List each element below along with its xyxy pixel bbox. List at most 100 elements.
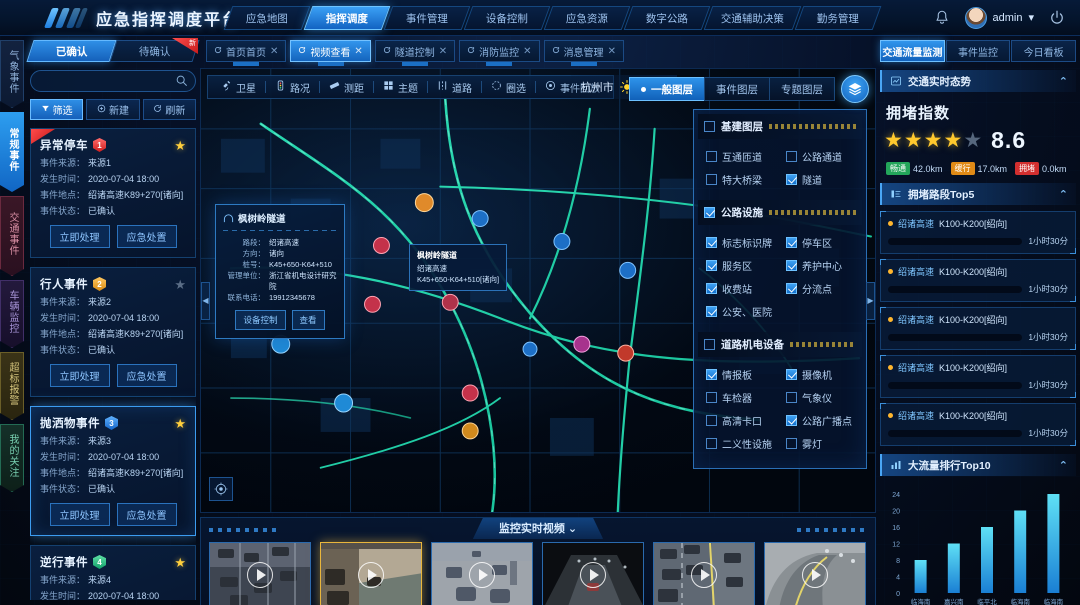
close-icon[interactable]: ✕ (523, 46, 531, 57)
layer-item[interactable]: 雾灯 (780, 432, 860, 455)
play-icon[interactable] (802, 562, 828, 588)
nav-tab-3[interactable]: 设备控制 (463, 5, 551, 30)
document-tab-3[interactable]: 消防监控 ✕ (459, 40, 540, 62)
checkbox[interactable] (706, 237, 717, 248)
close-icon[interactable]: ✕ (439, 46, 447, 57)
checkbox[interactable] (786, 151, 797, 162)
nav-tab-7[interactable]: 勤务管理 (794, 5, 882, 30)
checkbox[interactable] (786, 174, 797, 185)
layer-item[interactable]: 公路通道 (780, 145, 860, 168)
refresh-icon[interactable] (298, 46, 306, 57)
document-tab-2[interactable]: 隧道控制 ✕ (374, 40, 456, 62)
layer-item[interactable]: 分流点 (780, 277, 860, 300)
checkbox[interactable] (704, 207, 715, 218)
layer-item[interactable]: 高清卡口 (700, 409, 780, 432)
layer-item[interactable]: 二义性设施 (700, 432, 780, 455)
checkbox[interactable] (706, 438, 717, 449)
checkbox[interactable] (786, 260, 797, 271)
map-canvas[interactable]: 卫星 路况 测距 主题 道路 圈选 事件回放 杭州市 35 ℃ (200, 68, 876, 513)
event-card[interactable]: 抛洒物事件 3 ★ 事件来源： 来源3 发生时间： 2020-07-04 18:00… (30, 406, 196, 536)
layer-item[interactable]: 标志标识牌 (700, 231, 780, 254)
search-icon[interactable] (175, 74, 188, 87)
rail-tab-5[interactable]: 我的关注 (0, 424, 24, 492)
map-tool-satellite[interactable]: 卫星 (212, 80, 265, 95)
checkbox[interactable] (786, 369, 797, 380)
checkbox[interactable] (706, 369, 717, 380)
refresh-icon[interactable] (467, 46, 475, 57)
event-card[interactable]: 异常停车 1 ★ 事件来源： 来源1 发生时间： 2020-07-04 18:00 … (30, 128, 196, 258)
checkbox[interactable] (706, 260, 717, 271)
bell-icon[interactable] (933, 9, 951, 27)
checkbox[interactable] (706, 392, 717, 403)
event-card[interactable]: 行人事件 2 ★ 事件来源： 来源2 发生时间： 2020-07-04 18:00 … (30, 267, 196, 397)
map-tool-circle-select[interactable]: 圈选 (482, 80, 535, 95)
close-icon[interactable]: ✕ (270, 46, 278, 57)
layer-item[interactable]: 特大桥梁 (700, 168, 780, 191)
layer-tab-1[interactable]: 事件图层 (704, 77, 769, 101)
create-button[interactable]: 新建 (86, 99, 140, 120)
checkbox[interactable] (786, 392, 797, 403)
layer-item[interactable]: 互通匝道 (700, 145, 780, 168)
checkbox[interactable] (786, 237, 797, 248)
layers-stack-icon[interactable] (841, 75, 869, 103)
collapse-icon-top5[interactable]: ⌃ (1059, 188, 1068, 201)
video-card[interactable]: K88+510[绍向] (209, 542, 311, 605)
play-icon[interactable] (247, 562, 273, 588)
close-icon[interactable]: ✕ (354, 46, 362, 57)
compass-icon[interactable] (209, 477, 233, 501)
right-tab-2[interactable]: 今日看板 (1011, 40, 1077, 62)
video-card[interactable]: K88+510[绍向] (653, 542, 755, 605)
layer-item[interactable]: 隧道 (780, 168, 860, 191)
layer-item[interactable]: 养护中心 (780, 254, 860, 277)
layer-group-header[interactable]: 公路设施 (698, 200, 862, 225)
layer-item[interactable]: 停车区 (780, 231, 860, 254)
video-thumbnail[interactable] (431, 542, 533, 605)
emergency-dispatch-button[interactable]: 应急处置 (116, 364, 177, 387)
layer-group-header[interactable]: 基建图层 (698, 114, 862, 139)
checkbox[interactable] (786, 415, 797, 426)
device-control-button[interactable]: 设备控制 (235, 310, 286, 330)
map-collapse-right-button[interactable]: ▶ (866, 281, 875, 320)
layer-item[interactable]: 公路广播点 (780, 409, 860, 432)
layer-group-header[interactable]: 道路机电设备 (698, 332, 862, 357)
checkbox[interactable] (704, 339, 715, 350)
search-input[interactable] (30, 70, 196, 92)
nav-tab-1[interactable]: 指挥调度 (303, 5, 391, 30)
layer-item[interactable]: 公安、医院 (700, 300, 780, 323)
video-card[interactable]: K88+510[绍向] (431, 542, 533, 605)
filter-button[interactable]: 筛选 (30, 99, 84, 120)
video-thumbnail[interactable] (320, 542, 422, 605)
layer-item[interactable]: 车检器 (700, 386, 780, 409)
document-tab-4[interactable]: 消息管理 ✕ (543, 40, 624, 62)
layer-item[interactable]: 摄像机 (780, 363, 860, 386)
right-tab-0[interactable]: 交通流量监测 (880, 40, 945, 62)
congestion-item[interactable]: 绍诸高速 K100-K200[绍向] 1小时30分 (880, 211, 1076, 254)
layer-tab-2[interactable]: 专题图层 (769, 77, 835, 101)
video-card[interactable]: K88+510[绍向] (542, 542, 644, 605)
power-icon[interactable] (1048, 9, 1066, 27)
view-button[interactable]: 查看 (291, 310, 325, 330)
checkbox[interactable] (706, 151, 717, 162)
star-icon[interactable]: ★ (174, 278, 186, 291)
checkbox[interactable] (706, 283, 717, 294)
checkbox[interactable] (706, 415, 717, 426)
nav-tab-5[interactable]: 数字公路 (623, 5, 711, 30)
handle-now-button[interactable]: 立即处理 (49, 225, 110, 248)
congestion-item[interactable]: 绍诸高速 K100-K200[绍向] 1小时30分 (880, 355, 1076, 398)
layer-item[interactable]: 服务区 (700, 254, 780, 277)
play-icon[interactable] (691, 562, 717, 588)
play-icon[interactable] (580, 562, 606, 588)
map-tool-ruler[interactable]: 测距 (320, 80, 373, 95)
emergency-dispatch-button[interactable]: 应急处置 (116, 503, 177, 526)
checkbox[interactable] (786, 438, 797, 449)
refresh-button[interactable]: 刷新 (142, 99, 196, 120)
checkbox[interactable] (706, 306, 717, 317)
user-menu[interactable]: admin ▾ (964, 6, 1034, 29)
congestion-item[interactable]: 绍诸高速 K100-K200[绍向] 1小时30分 (880, 259, 1076, 302)
checkbox[interactable] (704, 121, 715, 132)
right-tab-1[interactable]: 事件监控 (945, 40, 1011, 62)
layer-item[interactable]: 气象仪 (780, 386, 860, 409)
congestion-item[interactable]: 绍诸高速 K100-K200[绍向] 1小时30分 (880, 307, 1076, 350)
refresh-icon[interactable] (214, 46, 222, 57)
video-thumbnail[interactable] (209, 542, 311, 605)
